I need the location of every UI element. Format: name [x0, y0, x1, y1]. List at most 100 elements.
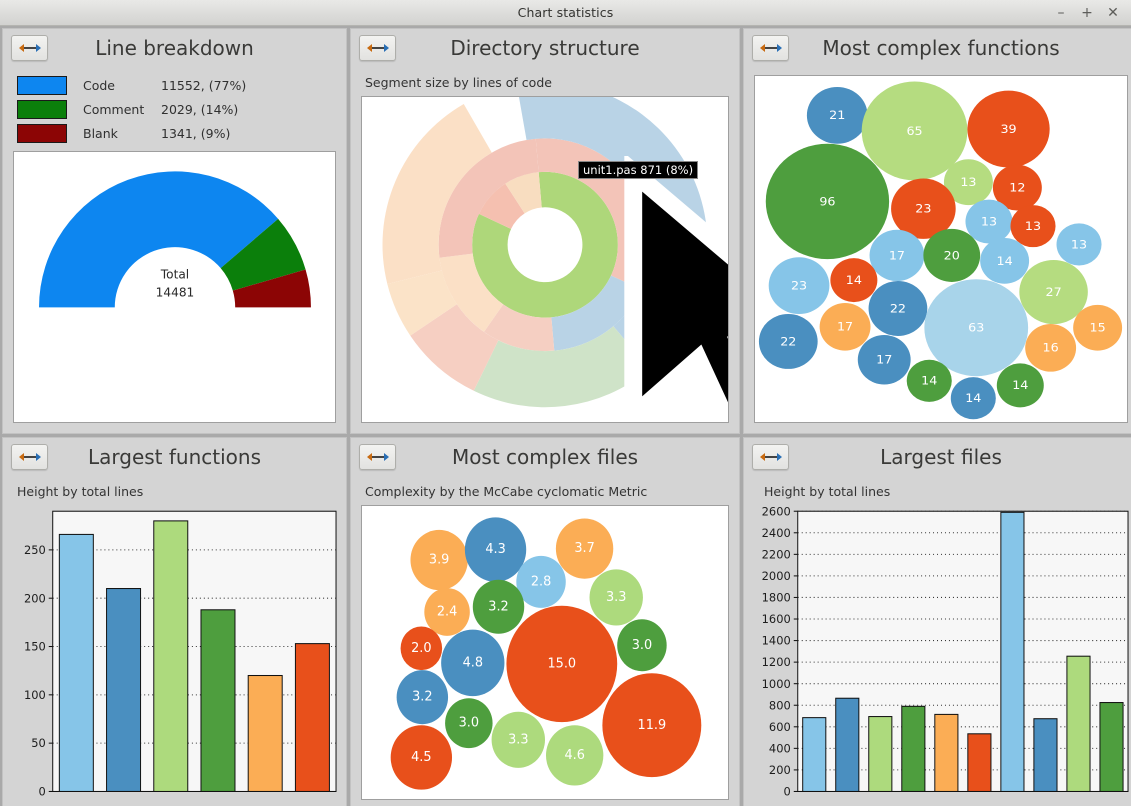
- panel-header: Most complex functions: [744, 29, 1131, 71]
- svg-text:200: 200: [769, 763, 791, 777]
- svg-text:17: 17: [876, 353, 892, 367]
- svg-text:11.9: 11.9: [638, 718, 667, 733]
- svg-text:400: 400: [769, 741, 791, 755]
- panel-most-complex-files: Most complex files Complexity by the McC…: [350, 437, 740, 806]
- expand-icon[interactable]: [11, 444, 48, 470]
- close-button[interactable]: ✕: [1101, 2, 1125, 24]
- svg-text:27: 27: [1045, 285, 1061, 299]
- panel-title: Line breakdown: [95, 36, 254, 60]
- bubble-chart-functions: 21 65 39 96 13 12 23 13 13 13 17 20 14 23 14 22 27 63 15 22…: [758, 81, 1123, 420]
- largest-functions-plot[interactable]: 0 50 100 150 200 250: [7, 505, 340, 806]
- line-breakdown-legend: Code 11552, (77%) Comment 2029, (14%) Bl…: [3, 71, 346, 151]
- svg-text:20: 20: [944, 249, 960, 263]
- panel-largest-files: Largest files Height by total lines 0 200…: [743, 437, 1131, 806]
- svg-text:13: 13: [1071, 238, 1087, 252]
- svg-text:2600: 2600: [762, 505, 791, 518]
- donut-center-value: 14481: [156, 286, 195, 300]
- svg-text:3.0: 3.0: [632, 638, 652, 653]
- maximize-button[interactable]: +: [1075, 2, 1099, 24]
- panel-largest-functions: Largest functions Height by total lines …: [2, 437, 347, 806]
- legend-value: 2029, (14%): [161, 101, 239, 117]
- svg-text:14: 14: [997, 254, 1013, 268]
- panel-title: Largest files: [880, 445, 1002, 469]
- expand-arrows-icon: [18, 44, 41, 52]
- svg-text:96: 96: [819, 195, 835, 209]
- legend-label: Blank: [83, 125, 118, 141]
- svg-text:4.8: 4.8: [463, 655, 483, 670]
- svg-text:2.4: 2.4: [437, 604, 457, 619]
- svg-text:23: 23: [915, 202, 931, 216]
- svg-text:3.2: 3.2: [488, 599, 508, 614]
- legend-swatch-blank: [17, 123, 67, 143]
- panel-header: Line breakdown: [3, 29, 346, 71]
- svg-text:3.9: 3.9: [429, 552, 449, 567]
- expand-arrows-icon: [366, 44, 389, 52]
- sunburst-chart: [382, 97, 708, 408]
- legend-item: Comment 2029, (14%): [17, 97, 346, 121]
- svg-text:14: 14: [846, 273, 862, 287]
- legend-label: Code: [83, 77, 116, 93]
- svg-text:2200: 2200: [762, 547, 791, 561]
- legend-value: 1341, (9%): [161, 125, 231, 141]
- expand-icon[interactable]: [359, 444, 396, 470]
- svg-text:23: 23: [791, 279, 807, 293]
- directory-structure-plot[interactable]: unit1.pas 871 (8%): [361, 96, 729, 423]
- window-title: Chart statistics: [517, 5, 614, 20]
- expand-icon[interactable]: [11, 35, 48, 61]
- panel-line-breakdown: Line breakdown Code 11552, (77%) Comment…: [2, 28, 347, 434]
- svg-text:13: 13: [981, 215, 997, 229]
- svg-text:200: 200: [24, 591, 46, 605]
- panel-subtitle: Height by total lines: [764, 484, 891, 499]
- legend-label: Comment: [83, 101, 145, 117]
- svg-text:4.6: 4.6: [564, 748, 584, 763]
- svg-text:63: 63: [968, 321, 984, 335]
- svg-text:2.0: 2.0: [411, 641, 431, 656]
- semi-donut-chart: Total 14481: [39, 171, 311, 308]
- svg-text:50: 50: [31, 736, 46, 750]
- window-controls: – + ✕: [1049, 2, 1131, 24]
- svg-text:1800: 1800: [762, 590, 791, 604]
- panel-title: Most complex files: [451, 445, 639, 469]
- panel-subtitle: Complexity by the McCabe cyclomatic Metr…: [365, 484, 648, 499]
- svg-text:3.3: 3.3: [508, 732, 528, 747]
- svg-text:14: 14: [1012, 379, 1028, 393]
- legend-value: 11552, (77%): [161, 77, 247, 93]
- panel-subtitle: Height by total lines: [17, 484, 144, 499]
- svg-text:14: 14: [921, 374, 937, 388]
- panel-directory-structure: Directory structure Segment size by line…: [350, 28, 740, 434]
- svg-text:22: 22: [890, 302, 906, 316]
- largest-files-plot[interactable]: 0 200 400 600 800 1000 1200 1400 1600 1800 2000 220…: [748, 505, 1131, 806]
- svg-text:2000: 2000: [762, 569, 791, 583]
- svg-text:65: 65: [906, 124, 922, 138]
- svg-text:1200: 1200: [762, 655, 791, 669]
- svg-text:13: 13: [1025, 219, 1041, 233]
- most-complex-functions-plot[interactable]: 21 65 39 96 13 12 23 13 13 13 17 20 14 23 14 22 27 63 15 22…: [754, 75, 1128, 423]
- legend-item: Code 11552, (77%): [17, 73, 346, 97]
- expand-arrows-icon: [759, 453, 782, 461]
- svg-text:15.0: 15.0: [548, 656, 577, 671]
- expand-icon[interactable]: [752, 444, 789, 470]
- svg-text:0: 0: [783, 784, 790, 798]
- expand-icon[interactable]: [752, 35, 789, 61]
- svg-text:800: 800: [769, 698, 791, 712]
- panel-header: Most complex files: [351, 438, 739, 480]
- svg-text:3.0: 3.0: [459, 715, 479, 730]
- panel-most-complex-functions: Most complex functions 21 65 39 96 13 12 23 13 1…: [743, 28, 1131, 434]
- svg-text:1400: 1400: [762, 633, 791, 647]
- panel-title: Most complex functions: [822, 36, 1060, 60]
- svg-text:16: 16: [1043, 341, 1059, 355]
- svg-text:1000: 1000: [762, 677, 791, 691]
- panel-subtitle: Segment size by lines of code: [365, 75, 552, 90]
- legend-item: Blank 1341, (9%): [17, 121, 346, 145]
- most-complex-files-plot[interactable]: 3.9 4.3 3.7 2.8 3.3 2.4 3.2 2.0 4.8 15.0 3.0 3.2 3.0…: [361, 505, 729, 800]
- svg-text:600: 600: [769, 720, 791, 734]
- svg-text:17: 17: [837, 320, 853, 334]
- svg-text:150: 150: [24, 639, 46, 653]
- expand-icon[interactable]: [359, 35, 396, 61]
- svg-text:0: 0: [38, 784, 45, 798]
- minimize-button[interactable]: –: [1049, 2, 1073, 24]
- svg-text:2400: 2400: [762, 526, 791, 540]
- svg-text:3.3: 3.3: [606, 590, 626, 605]
- svg-text:17: 17: [889, 249, 905, 263]
- line-breakdown-plot[interactable]: Total 14481: [13, 151, 336, 423]
